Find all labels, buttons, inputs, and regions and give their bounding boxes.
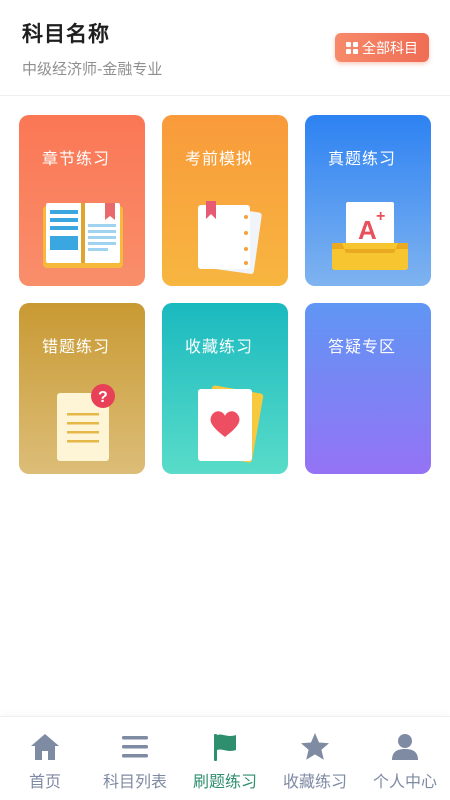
tab-favorites[interactable]: 收藏练习 (270, 717, 360, 800)
card-qa-zone[interactable]: 答疑专区 (305, 303, 431, 474)
card-chapter-practice[interactable]: 章节练习 (19, 115, 145, 286)
card-past-papers[interactable]: 真题练习 A + (305, 115, 431, 286)
grade-tray-icon: A + (332, 202, 408, 270)
star-icon (301, 733, 329, 760)
tab-label: 科目列表 (102, 772, 167, 791)
svg-text:A: A (358, 215, 377, 245)
card-wrong-questions[interactable]: 错题练习 ? (19, 303, 145, 474)
card-label: 考前模拟 (185, 149, 254, 168)
card-label: 答疑专区 (328, 337, 397, 356)
all-subjects-label: 全部科目 (362, 40, 418, 57)
flag-icon (214, 734, 236, 761)
tab-label: 刷题练习 (192, 772, 257, 791)
card-label: 收藏练习 (185, 337, 254, 356)
tab-subject-list[interactable]: 科目列表 (90, 717, 180, 800)
tab-label: 个人中心 (372, 772, 437, 791)
heart-card-icon (198, 385, 264, 463)
open-book-icon (43, 203, 123, 268)
bottom-tab-bar: 首页 科目列表 刷题练习 收藏练习 个人中心 (0, 716, 450, 800)
tab-profile[interactable]: 个人中心 (360, 717, 450, 800)
header: 科目名称 中级经济师-金融专业 全部科目 (0, 0, 450, 96)
all-subjects-button[interactable]: 全部科目 (335, 33, 429, 62)
card-mock-exam[interactable]: 考前模拟 (162, 115, 288, 286)
card-favorites-practice[interactable]: 收藏练习 (162, 303, 288, 474)
tab-home[interactable]: 首页 (0, 717, 90, 800)
card-label: 错题练习 (42, 337, 111, 356)
person-icon (392, 734, 418, 760)
svg-text:+: + (376, 208, 385, 225)
tab-practice[interactable]: 刷题练习 (180, 717, 270, 800)
page-title: 科目名称 (22, 22, 110, 46)
subject-subtitle: 中级经济师-金融专业 (22, 60, 163, 78)
svg-text:?: ? (98, 389, 108, 406)
question-note-icon: ? (57, 384, 115, 461)
tab-label: 收藏练习 (282, 772, 347, 791)
list-icon (122, 736, 148, 758)
card-label: 真题练习 (328, 149, 397, 168)
tab-label: 首页 (28, 772, 61, 791)
home-icon (31, 734, 59, 760)
notebook-icon (198, 201, 262, 274)
grid-icon (346, 41, 358, 54)
card-label: 章节练习 (42, 149, 111, 168)
